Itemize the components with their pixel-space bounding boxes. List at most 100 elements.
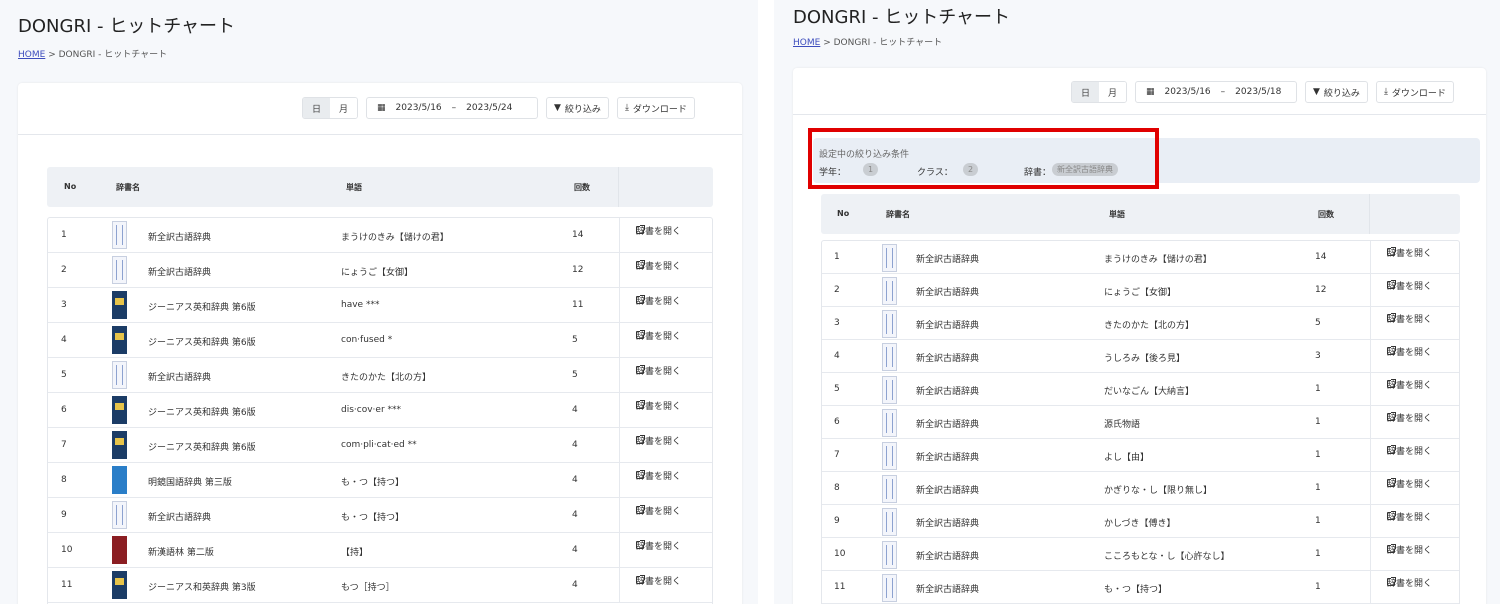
- row-count: 4: [572, 545, 578, 555]
- table-row: 11 ジーニアス和英辞典 第3版 もつ［持つ］ 4 辞書を開く: [48, 568, 712, 603]
- table-row: 3 新全訳古語辞典 きたのかた【北の方】 5 辞書を開く: [822, 307, 1459, 340]
- open-dictionary-label: 辞書を開く: [1387, 347, 1433, 358]
- date-to: 2023/5/24: [466, 103, 513, 113]
- row-word: にょうご【女御】: [341, 268, 414, 278]
- table-row: 9 新全訳古語辞典 も・つ【持つ】 4 辞書を開く: [48, 498, 712, 533]
- row-no: 8: [834, 483, 840, 493]
- row-divider: [1370, 307, 1371, 339]
- table-row: 4 新全訳古語辞典 うしろみ【後ろ見】 3 辞書を開く: [822, 340, 1459, 373]
- date-range-picker[interactable]: ▦ 2023/5/16 – 2023/5/24: [366, 97, 538, 119]
- row-divider: [619, 323, 620, 357]
- dictionary-cover-image: [882, 244, 897, 272]
- open-dictionary-label: 辞書を開く: [1387, 281, 1433, 292]
- open-dictionary-label: 辞書を開く: [636, 226, 682, 237]
- table-row: 3 ジーニアス英和辞典 第6版 have *** 11 辞書を開く: [48, 288, 712, 323]
- col-count: 回数: [574, 183, 590, 192]
- open-dictionary-label: 辞書を開く: [1387, 380, 1433, 391]
- row-count: 1: [1315, 582, 1321, 592]
- row-count: 4: [572, 405, 578, 415]
- table-row: 6 新全訳古語辞典 源氏物語 1 辞書を開く: [822, 406, 1459, 439]
- table-row: 7 ジーニアス英和辞典 第6版 com·pli·cat·ed ** 4 辞書を開く: [48, 428, 712, 463]
- toolbar: 日 月 ▦ 2023/5/16 – 2023/5/24 ▼ 絞り込み ⤓ ダウン…: [302, 97, 695, 119]
- breadcrumb-home-link[interactable]: HOME: [18, 50, 45, 60]
- breadcrumb-current: DONGRI - ヒットチャート: [833, 38, 943, 48]
- row-no: 10: [834, 549, 846, 559]
- day-toggle-button[interactable]: 日: [1072, 82, 1099, 102]
- row-count: 4: [572, 440, 578, 450]
- row-word: かぎりな・し【限り無し】: [1104, 486, 1213, 496]
- filter-button[interactable]: ▼ 絞り込み: [1305, 81, 1368, 103]
- row-divider: [1370, 340, 1371, 372]
- open-dictionary-label: 辞書を開く: [1387, 545, 1433, 556]
- download-button-label: ダウンロード: [1391, 88, 1446, 99]
- row-no: 4: [61, 335, 67, 345]
- month-toggle-button[interactable]: 月: [330, 98, 357, 118]
- breadcrumb: HOME > DONGRI - ヒットチャート: [18, 47, 167, 60]
- row-count: 14: [572, 230, 584, 240]
- row-count: 12: [1315, 285, 1327, 295]
- row-dictionary-name: 新全訳古語辞典: [148, 373, 212, 383]
- row-dictionary-name: ジーニアス英和辞典 第6版: [148, 408, 256, 418]
- table-row: 5 新全訳古語辞典 だいなごん【大納言】 1 辞書を開く: [822, 373, 1459, 406]
- row-no: 9: [834, 516, 840, 526]
- download-button[interactable]: ⤓ ダウンロード: [1375, 81, 1454, 103]
- row-word: com·pli·cat·ed **: [341, 440, 417, 450]
- page-title: DONGRI - ヒットチャート: [793, 7, 1011, 28]
- hit-chart-card: 日 月 ▦ 2023/5/16 – 2023/5/24 ▼ 絞り込み ⤓ ダウン…: [18, 83, 742, 604]
- table-row: 10 新全訳古語辞典 こころもとな・し【心許なし】 1 辞書を開く: [822, 538, 1459, 571]
- period-toggle: 日 月: [302, 97, 358, 119]
- breadcrumb-home-link[interactable]: HOME: [793, 38, 820, 48]
- row-no: 11: [834, 582, 846, 592]
- dictionary-cover-image: [112, 221, 127, 249]
- dictionary-cover-image: [112, 571, 127, 599]
- open-dictionary-label: 辞書を開く: [1387, 578, 1433, 589]
- row-word: まうけのきみ【儲けの君】: [1104, 255, 1212, 265]
- col-no: No: [837, 209, 850, 218]
- open-dictionary-label: 辞書を開く: [636, 366, 682, 377]
- row-dictionary-name: 新全訳古語辞典: [916, 519, 980, 529]
- left-screenshot-panel: DONGRI - ヒットチャート HOME > DONGRI - ヒットチャート…: [0, 0, 758, 604]
- row-word: だいなごん【大納言】: [1104, 387, 1195, 397]
- filter-button[interactable]: ▼ 絞り込み: [546, 97, 609, 119]
- month-toggle-button[interactable]: 月: [1099, 82, 1126, 102]
- table-row: 8 明鏡国語辞典 第三版 も・つ【持つ】 4 辞書を開く: [48, 463, 712, 498]
- open-dictionary-label: 辞書を開く: [1387, 446, 1433, 457]
- row-count: 14: [1315, 252, 1327, 262]
- open-dictionary-label: 辞書を開く: [1387, 248, 1433, 259]
- row-divider: [619, 498, 620, 532]
- day-toggle-button[interactable]: 日: [303, 98, 330, 118]
- open-dictionary-label: 辞書を開く: [636, 331, 682, 342]
- row-word: con·fused *: [341, 335, 393, 345]
- row-word: まうけのきみ【儲けの君】: [341, 233, 449, 243]
- table-row: 5 新全訳古語辞典 きたのかた【北の方】 5 辞書を開く: [48, 358, 712, 393]
- download-button[interactable]: ⤓ ダウンロード: [616, 97, 695, 119]
- table-row: 2 新全訳古語辞典 にょうご【女御】 12 辞書を開く: [48, 253, 712, 288]
- row-word: こころもとな・し【心許なし】: [1104, 552, 1230, 562]
- dictionary-cover-image: [882, 442, 897, 470]
- table-row: 9 新全訳古語辞典 かしづき【傅き】 1 辞書を開く: [822, 505, 1459, 538]
- row-dictionary-name: 新全訳古語辞典: [916, 552, 980, 562]
- table-row: 7 新全訳古語辞典 よし【由】 1 辞書を開く: [822, 439, 1459, 472]
- row-count: 11: [572, 300, 584, 310]
- row-no: 1: [834, 252, 840, 262]
- row-count: 1: [1315, 450, 1321, 460]
- row-count: 4: [572, 510, 578, 520]
- dictionary-cover-image: [882, 574, 897, 602]
- row-no: 6: [61, 405, 67, 415]
- row-divider: [619, 533, 620, 567]
- row-dictionary-name: 新全訳古語辞典: [916, 585, 980, 595]
- dictionary-cover-image: [882, 343, 897, 371]
- row-divider: [619, 253, 620, 287]
- breadcrumb-current: DONGRI - ヒットチャート: [58, 50, 168, 60]
- table-row: 2 新全訳古語辞典 にょうご【女御】 12 辞書を開く: [822, 274, 1459, 307]
- row-word: も・つ【持つ】: [341, 478, 405, 488]
- row-divider: [619, 218, 620, 252]
- row-dictionary-name: 新漢語林 第二版: [148, 548, 214, 558]
- date-range-picker[interactable]: ▦ 2023/5/16 – 2023/5/18: [1135, 81, 1297, 103]
- row-no: 4: [834, 351, 840, 361]
- calendar-icon: ▦: [1146, 86, 1155, 97]
- date-from: 2023/5/16: [1164, 87, 1211, 97]
- row-count: 5: [1315, 318, 1321, 328]
- row-dictionary-name: ジーニアス英和辞典 第6版: [148, 443, 256, 453]
- row-dictionary-name: 明鏡国語辞典 第三版: [148, 478, 232, 488]
